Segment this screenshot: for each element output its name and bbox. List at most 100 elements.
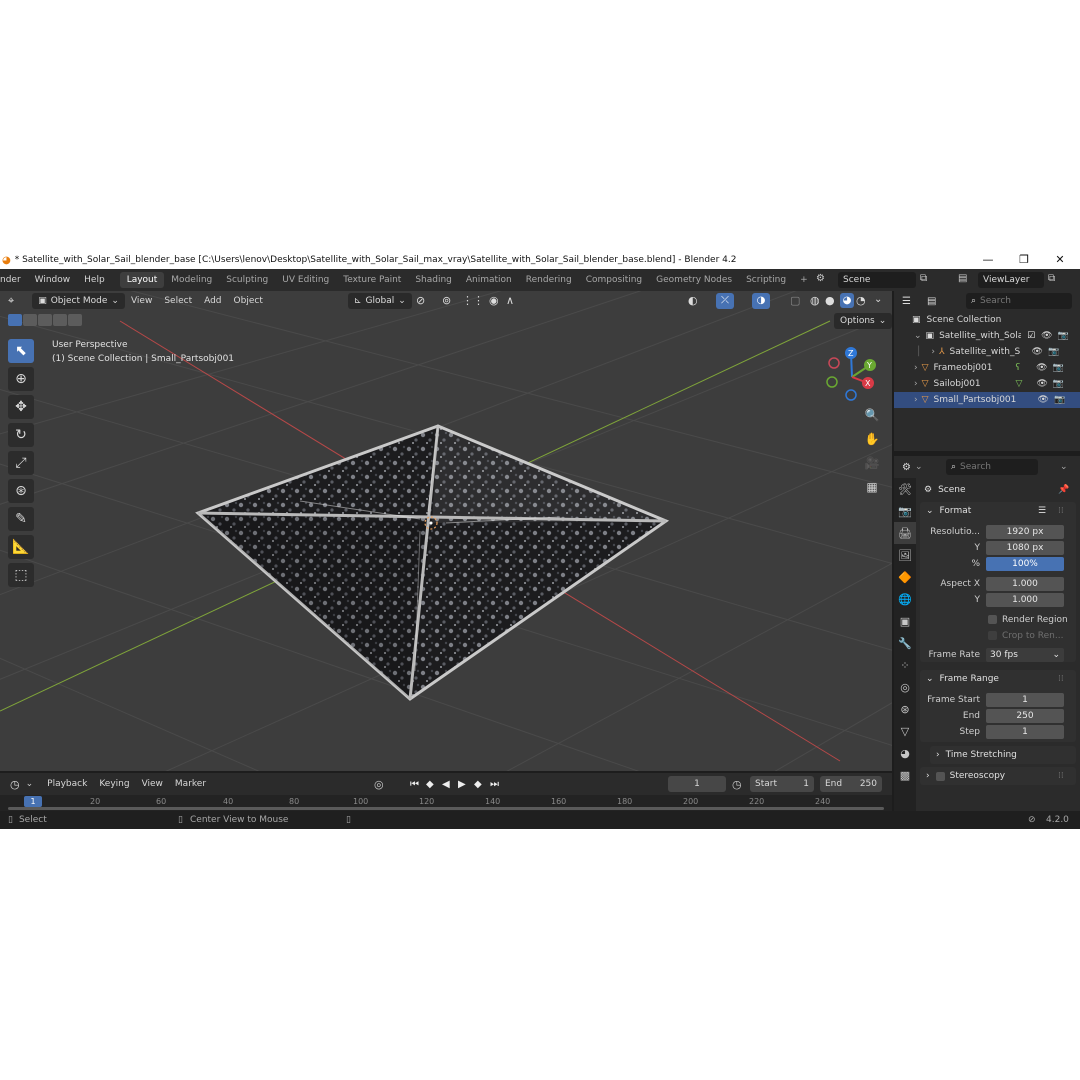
playhead-marker[interactable]: 1 [24,796,42,807]
aspect-x-field[interactable]: 1.000 [986,576,1064,591]
select-subtract-icon[interactable] [38,314,52,326]
world-tab-icon[interactable]: 🌐 [894,588,916,610]
viewlayer-icon[interactable]: ▤ [958,273,967,284]
outliner-row-sailobj[interactable]: › ▽ Sailobj001 ▽ 👁 📷 [894,376,1080,392]
current-frame-field[interactable]: 1 [668,776,726,792]
shading-rendered-icon[interactable]: ◔ [856,294,866,307]
zoom-icon[interactable]: 🔍 [862,405,882,425]
ortho-grid-icon[interactable]: ▦ [862,477,882,497]
time-stretching-subpanel[interactable]: › Time Stretching [930,746,1076,764]
tab-animation[interactable]: Animation [459,272,519,288]
timeline-editor-icon[interactable]: ◷ [10,778,20,791]
options-chevron-icon[interactable]: ⌄ [1060,462,1068,472]
view-layer-tab-icon[interactable]: 🖼 [894,544,916,566]
jump-end-icon[interactable]: ⏭ [490,779,499,790]
menu-timeline-view[interactable]: View [136,779,169,789]
close-button[interactable]: ✕ [1042,251,1078,269]
frame-rate-dropdown[interactable]: 30 fps ⌄ [986,647,1064,662]
eye-icon[interactable]: 👁 [1032,347,1043,357]
tab-sculpting[interactable]: Sculpting [219,272,275,288]
overlay-toggle-icon[interactable]: ◑ [752,293,770,309]
minimize-button[interactable]: — [970,251,1006,269]
tool-tab-icon[interactable]: 🛠 [894,478,916,500]
add-workspace-button[interactable]: + [793,272,815,288]
snap-target-icon[interactable]: ⋮⋮ [462,294,484,307]
physics-tab-icon[interactable]: ◎ [894,676,916,698]
prev-keyframe-icon[interactable]: ◆ [426,779,434,790]
tab-texture-paint[interactable]: Texture Paint [336,272,408,288]
jump-start-icon[interactable]: ⏮ [410,779,419,790]
add-cube-tool-icon[interactable]: ⬚ [8,563,34,587]
outliner-search-input[interactable]: ⌕ Search [966,293,1072,309]
shading-options-icon[interactable]: ⌄ [874,294,882,305]
menu-add[interactable]: Add [198,296,227,306]
preview-range-icon[interactable]: ◷ [732,778,742,791]
annotate-tool-icon[interactable]: ✎ [8,507,34,531]
snap-icon[interactable]: ⊚ [442,294,451,307]
drag-handle-icon[interactable]: ⁞⁞ [1058,506,1064,516]
stereoscopy-panel[interactable]: › Stereoscopy ⁞⁞ [920,767,1076,785]
data-tab-icon[interactable]: ▽ [894,720,916,742]
menu-marker[interactable]: Marker [169,779,212,789]
eye-icon[interactable]: 👁 [1036,379,1047,389]
modifier-tab-icon[interactable]: 🔧 [894,632,916,654]
presets-list-icon[interactable]: ☰ [1038,506,1046,516]
outliner-row-satellite-empty[interactable]: │ › ⅄ Satellite_with_S 👁 📷 [894,344,1080,360]
tab-geometry-nodes[interactable]: Geometry Nodes [649,272,739,288]
format-panel-header[interactable]: ⌄ Format ☰ ⁞⁞ [920,502,1076,520]
camera-render-icon[interactable]: 📷 [1058,331,1069,341]
start-frame-field[interactable]: Start 1 [750,776,814,792]
outliner-row-frameobj[interactable]: › ▽ Frameobj001 ʕ 👁 📷 [894,360,1080,376]
aspect-y-field[interactable]: 1.000 [986,592,1064,607]
shading-wireframe-icon[interactable]: ◍ [810,294,820,307]
tab-layout[interactable]: Layout [119,272,165,288]
editor-type-icon[interactable]: ⌖ [8,294,14,308]
outliner-row-scene-collection[interactable]: ▣ Scene Collection [894,312,1080,328]
menu-render[interactable]: nder [0,275,28,285]
select-intersect-icon[interactable] [68,314,82,326]
tab-shading[interactable]: Shading [408,272,459,288]
gizmo-toggle-icon[interactable]: ⤫ [716,293,734,309]
viewlayer-field[interactable]: ViewLayer [978,272,1044,288]
menu-help[interactable]: Help [77,275,112,285]
frame-step-field[interactable]: 1 [986,724,1064,739]
shading-material-icon[interactable]: ◕ [840,293,854,308]
xray-icon[interactable]: ▢ [790,294,800,307]
frame-start-field[interactable]: 1 [986,692,1064,707]
rotate-tool-icon[interactable]: ↻ [8,423,34,447]
menu-select[interactable]: Select [158,296,198,306]
camera-icon[interactable]: 🎥 [862,453,882,473]
transform-orientation-dropdown[interactable]: ⊾ Global ⌄ [348,293,412,309]
camera-render-icon[interactable]: 📷 [1053,363,1064,373]
texture-tab-icon[interactable]: ▩ [894,764,916,786]
render-tab-icon[interactable]: 📷 [894,500,916,522]
pivot-icon[interactable]: ⊘ [416,294,425,307]
eye-icon[interactable]: 👁 [1038,395,1049,405]
options-button[interactable]: Options ⌄ [834,313,892,329]
maximize-button[interactable]: ❐ [1006,251,1042,269]
resolution-percent-field[interactable]: 100% [986,556,1064,571]
measure-tool-icon[interactable]: 📐 [8,535,34,559]
material-tab-icon[interactable]: ◕ [894,742,916,764]
stereoscopy-checkbox[interactable] [935,771,945,781]
pin-icon[interactable]: 📌 [1058,485,1069,495]
record-icon[interactable]: ◎ [374,778,384,791]
properties-search-input[interactable]: ⌕ Search [946,459,1038,475]
render-region-checkbox[interactable] [988,615,997,624]
outliner-row-small-parts[interactable]: › ▽ Small_Partsobj001 👁 📷 [894,392,1080,408]
tab-uv-editing[interactable]: UV Editing [275,272,336,288]
new-scene-icon[interactable]: ⧉ [920,273,927,284]
3d-viewport[interactable]: ⌖ ▣ Object Mode ⌄ View Select Add Object … [0,291,892,771]
properties-editor-icon[interactable]: ⚙ [902,462,911,473]
tab-rendering[interactable]: Rendering [519,272,579,288]
drag-handle-icon[interactable]: ⁞⁞ [1058,674,1064,684]
eye-icon[interactable]: 👁 [1036,363,1047,373]
resolution-x-field[interactable]: 1920 px [986,524,1064,539]
visibility-icon[interactable]: ◐ [688,294,698,307]
scene-icon[interactable]: ⚙ [816,273,825,284]
particles-tab-icon[interactable]: ⁘ [894,654,916,676]
mode-dropdown[interactable]: ▣ Object Mode ⌄ [32,293,125,309]
frame-range-panel-header[interactable]: ⌄ Frame Range ⁞⁞ [920,670,1076,688]
play-reverse-icon[interactable]: ◀ [442,779,450,790]
play-icon[interactable]: ▶ [458,779,466,790]
